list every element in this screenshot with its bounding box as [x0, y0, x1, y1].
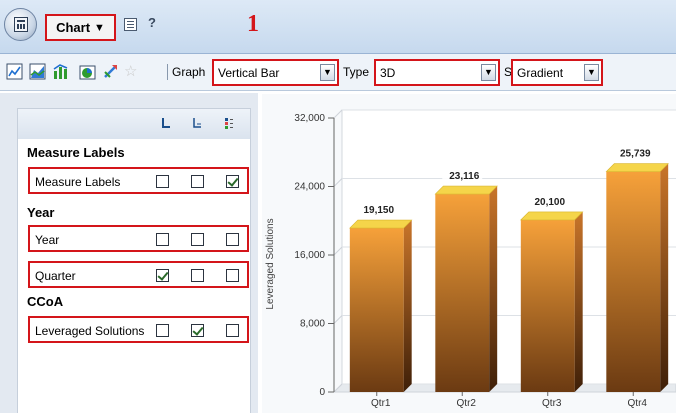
- checkbox-y-axis[interactable]: [191, 269, 204, 282]
- bar-side: [489, 186, 498, 392]
- table-view-icon[interactable]: [124, 18, 137, 31]
- checkbox-legend[interactable]: [226, 233, 239, 246]
- section-title-ccoa: CCoA: [27, 294, 64, 309]
- help-icon[interactable]: ?: [148, 15, 161, 30]
- bar-chart: 0 8,000 16,000 24,000 32,000 19,150 Qtr1 23,116…: [262, 94, 676, 413]
- axis-x-icon: [162, 118, 170, 128]
- grid-line-diagonal: [333, 315, 343, 324]
- y-tick-label: 32,000: [294, 113, 325, 124]
- chevron-down-icon[interactable]: ▼: [320, 64, 335, 81]
- chevron-down-icon[interactable]: ▼: [584, 64, 599, 81]
- graph-label: Graph: [172, 65, 206, 79]
- y-axis-label: Leveraged Solutions: [265, 218, 276, 309]
- line-chart-icon[interactable]: [6, 63, 23, 80]
- checkbox-legend[interactable]: [226, 269, 239, 282]
- bar-top: [520, 211, 584, 221]
- chart-toolbar: ☆ Graph Vertical Bar ▼ Type 3D ▼ Style G…: [0, 54, 676, 91]
- row-leveraged-solutions: Leveraged Solutions: [28, 316, 249, 343]
- favorite-star-icon[interactable]: ☆: [124, 62, 141, 80]
- chevron-down-icon[interactable]: ▼: [481, 64, 496, 81]
- row-year: Year: [28, 225, 249, 252]
- caret-down-icon: ▼: [94, 21, 105, 34]
- bar: [349, 228, 404, 392]
- row-quarter: Quarter: [28, 261, 249, 288]
- chart-menu-button[interactable]: Chart ▼: [45, 14, 116, 41]
- checkbox-x-axis[interactable]: [156, 269, 169, 282]
- type-label: Type: [343, 65, 370, 79]
- checkbox-x-axis[interactable]: [156, 175, 169, 188]
- area-chart-icon[interactable]: [29, 63, 46, 80]
- grid-line-diagonal: [333, 178, 343, 187]
- data-label: 20,100: [534, 197, 565, 208]
- y-tick-label: 0: [319, 387, 325, 398]
- style-select-value: Gradient: [517, 66, 564, 80]
- drill-icon[interactable]: [102, 63, 119, 80]
- checkbox-legend[interactable]: [226, 175, 239, 188]
- x-tick-label: Qtr1: [371, 398, 391, 409]
- bar: [435, 194, 490, 392]
- checkbox-legend[interactable]: [226, 324, 239, 337]
- y-tick-label: 16,000: [294, 250, 325, 261]
- x-tick-label: Qtr3: [542, 398, 562, 409]
- data-label: 25,739: [620, 149, 651, 160]
- graph-select[interactable]: Vertical Bar ▼: [212, 59, 339, 86]
- grid-line-diagonal: [333, 109, 343, 119]
- row-measure-labels: Measure Labels: [28, 167, 249, 194]
- axis-y-icon: [193, 118, 201, 128]
- calculator-icon: [14, 17, 28, 32]
- legend-icon: [225, 118, 233, 129]
- grid-line-diagonal: [333, 246, 343, 256]
- header-bar: Chart ▼ ? 1: [0, 0, 676, 54]
- app-menu-button[interactable]: [4, 8, 37, 41]
- step-number: 1: [247, 11, 259, 37]
- graph-select-value: Vertical Bar: [218, 66, 280, 80]
- bar: [606, 171, 661, 392]
- style-select[interactable]: Gradient ▼: [511, 59, 603, 86]
- x-tick-label: Qtr2: [457, 398, 477, 409]
- section-title-measure-labels: Measure Labels: [27, 145, 125, 160]
- bar-top: [349, 219, 413, 229]
- checkbox-x-axis[interactable]: [156, 324, 169, 337]
- bar-side: [660, 163, 669, 392]
- bar: [520, 219, 575, 392]
- checkbox-y-axis[interactable]: [191, 175, 204, 188]
- row-label: Year: [35, 233, 60, 247]
- bar-side: [574, 211, 583, 392]
- bar-side: [403, 220, 412, 392]
- panel-header: [18, 109, 250, 139]
- pie-chart-icon[interactable]: [79, 63, 96, 80]
- row-label: Leveraged Solutions: [35, 324, 145, 338]
- data-label: 23,116: [449, 171, 479, 182]
- y-tick-label: 8,000: [300, 319, 325, 330]
- checkbox-y-axis[interactable]: [191, 324, 204, 337]
- layout-panel: Measure Labels Measure Labels Year Year …: [17, 108, 251, 413]
- row-label: Quarter: [35, 269, 76, 283]
- checkbox-y-axis[interactable]: [191, 233, 204, 246]
- type-select-value: 3D: [380, 66, 396, 80]
- chart-canvas: 0 8,000 16,000 24,000 32,000 19,150 Qtr1 23,116…: [265, 109, 676, 409]
- row-label: Measure Labels: [35, 175, 121, 189]
- data-label: 19,150: [363, 205, 394, 216]
- bar-top: [605, 163, 669, 172]
- bar-top: [434, 185, 498, 195]
- type-select[interactable]: 3D ▼: [374, 59, 500, 86]
- y-tick-label: 24,000: [294, 182, 325, 193]
- combo-chart-icon[interactable]: [52, 63, 69, 80]
- section-title-year: Year: [27, 205, 55, 220]
- checkbox-x-axis[interactable]: [156, 233, 169, 246]
- toolbar-separator: [167, 64, 168, 80]
- chart-menu-label: Chart: [56, 20, 91, 35]
- x-tick-label: Qtr4: [628, 398, 648, 409]
